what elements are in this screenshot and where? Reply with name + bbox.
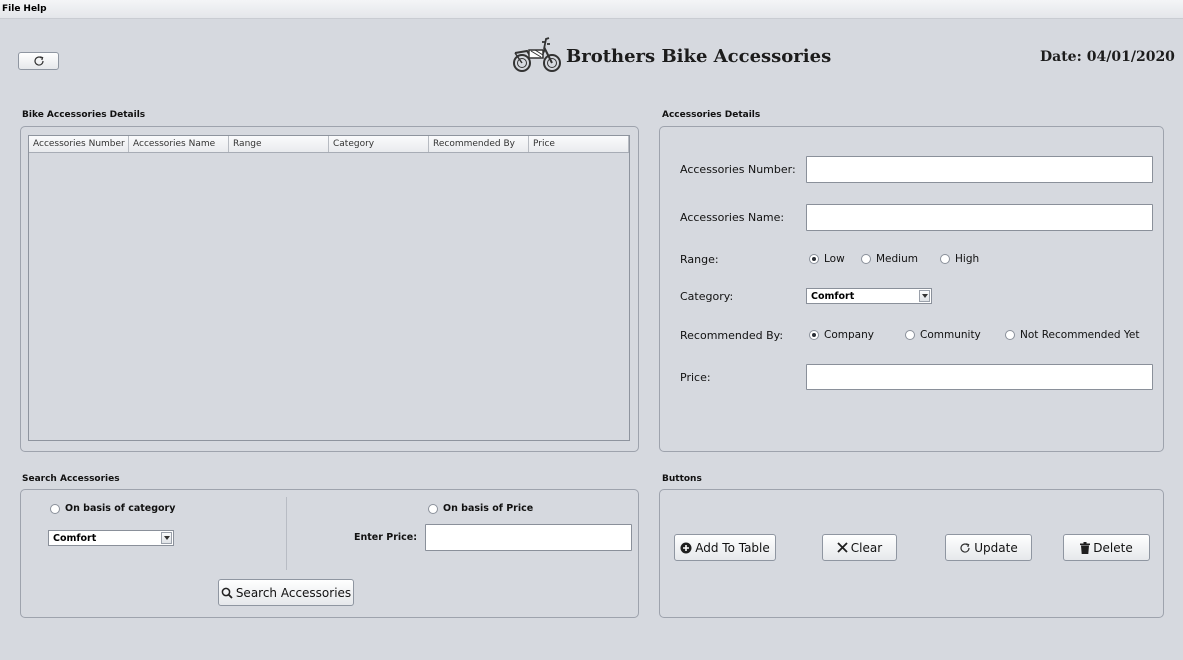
recommended-not-yet-radio[interactable]: Not Recommended Yet [1005,329,1140,341]
accessories-number-label: Accessories Number: [680,163,796,176]
trash-icon [1080,541,1091,554]
table-header: Accessories Number Accessories Name Rang… [29,136,629,153]
enter-price-label: Enter Price: [354,532,418,543]
search-section-label: Search Accessories [22,474,120,484]
column-header[interactable]: Range [229,136,329,152]
search-category-value: Comfort [53,532,97,544]
app-header: Brothers Bike Accessories [511,36,831,76]
radio-label: On basis of Price [443,503,534,514]
range-medium-radio[interactable]: Medium [861,253,918,265]
update-button-label: Update [974,540,1018,555]
search-button-label: Search Accessories [235,585,352,600]
category-select-value: Comfort [811,290,855,302]
radio-icon [1005,330,1015,340]
refresh-icon [33,55,45,67]
refresh-icon [959,542,971,554]
date-value: 04/01/2020 [1086,49,1175,65]
menu-help[interactable]: Help [23,4,46,14]
recommended-company-radio[interactable]: Company [809,329,874,341]
column-header[interactable]: Accessories Name [129,136,229,152]
search-by-category-radio[interactable]: On basis of category [50,503,175,514]
category-select[interactable]: Comfort [806,288,932,304]
search-icon [221,587,233,599]
add-button-label: Add To Table [695,540,770,555]
clear-button-label: Clear [850,540,883,555]
buttons-section-label: Buttons [662,474,702,484]
radio-icon [940,254,950,264]
radio-icon [905,330,915,340]
search-price-field[interactable] [425,524,632,551]
radio-label: High [955,253,980,265]
accessories-number-field[interactable] [806,156,1153,183]
delete-button-label: Delete [1093,540,1133,555]
radio-icon [861,254,871,264]
recommended-by-label: Recommended By: [680,329,784,342]
range-high-radio[interactable]: High [940,253,979,265]
add-to-table-button[interactable]: Add To Table [674,534,776,561]
price-label: Price: [680,371,711,384]
radio-selected-icon [809,254,819,264]
radio-label: Low [824,253,845,265]
clear-button[interactable]: Clear [822,534,897,561]
refresh-button[interactable] [18,52,59,70]
column-header[interactable]: Recommended By [429,136,529,152]
radio-icon [50,503,60,514]
radio-label: Company [824,329,874,341]
search-by-price-radio[interactable]: On basis of Price [428,503,533,514]
motorcycle-icon [511,35,563,77]
plus-circle-icon [680,542,692,554]
chevron-down-icon [161,532,172,544]
update-button[interactable]: Update [945,534,1032,561]
range-low-radio[interactable]: Low [809,253,845,265]
search-category-select[interactable]: Comfort [48,530,174,546]
delete-button[interactable]: Delete [1063,534,1150,561]
radio-label: On basis of category [65,503,176,514]
menu-bar: File Help [0,0,1183,19]
table-section-label: Bike Accessories Details [22,110,146,120]
accessories-name-field[interactable] [806,204,1153,231]
radio-selected-icon [809,330,819,340]
date-label: Date: [1040,49,1082,65]
column-header[interactable]: Accessories Number [29,136,129,152]
chevron-down-icon [919,290,930,302]
radio-label: Community [920,329,981,341]
column-header[interactable]: Price [529,136,629,152]
app-title: Brothers Bike Accessories [566,45,832,67]
category-label: Category: [680,290,734,303]
recommended-community-radio[interactable]: Community [905,329,981,341]
radio-label: Medium [876,253,918,265]
search-divider [286,497,287,570]
radio-icon [428,503,438,514]
search-accessories-button[interactable]: Search Accessories [218,579,354,606]
menu-file[interactable]: File [2,4,20,14]
close-icon [837,542,848,553]
range-label: Range: [680,253,719,266]
radio-label: Not Recommended Yet [1020,329,1140,341]
accessories-name-label: Accessories Name: [680,211,785,224]
column-header[interactable]: Category [329,136,429,152]
date-display: Date: 04/01/2020 [1040,49,1175,65]
price-field[interactable] [806,364,1153,390]
accessories-table[interactable]: Accessories Number Accessories Name Rang… [28,135,630,441]
details-section-label: Accessories Details [662,110,761,120]
